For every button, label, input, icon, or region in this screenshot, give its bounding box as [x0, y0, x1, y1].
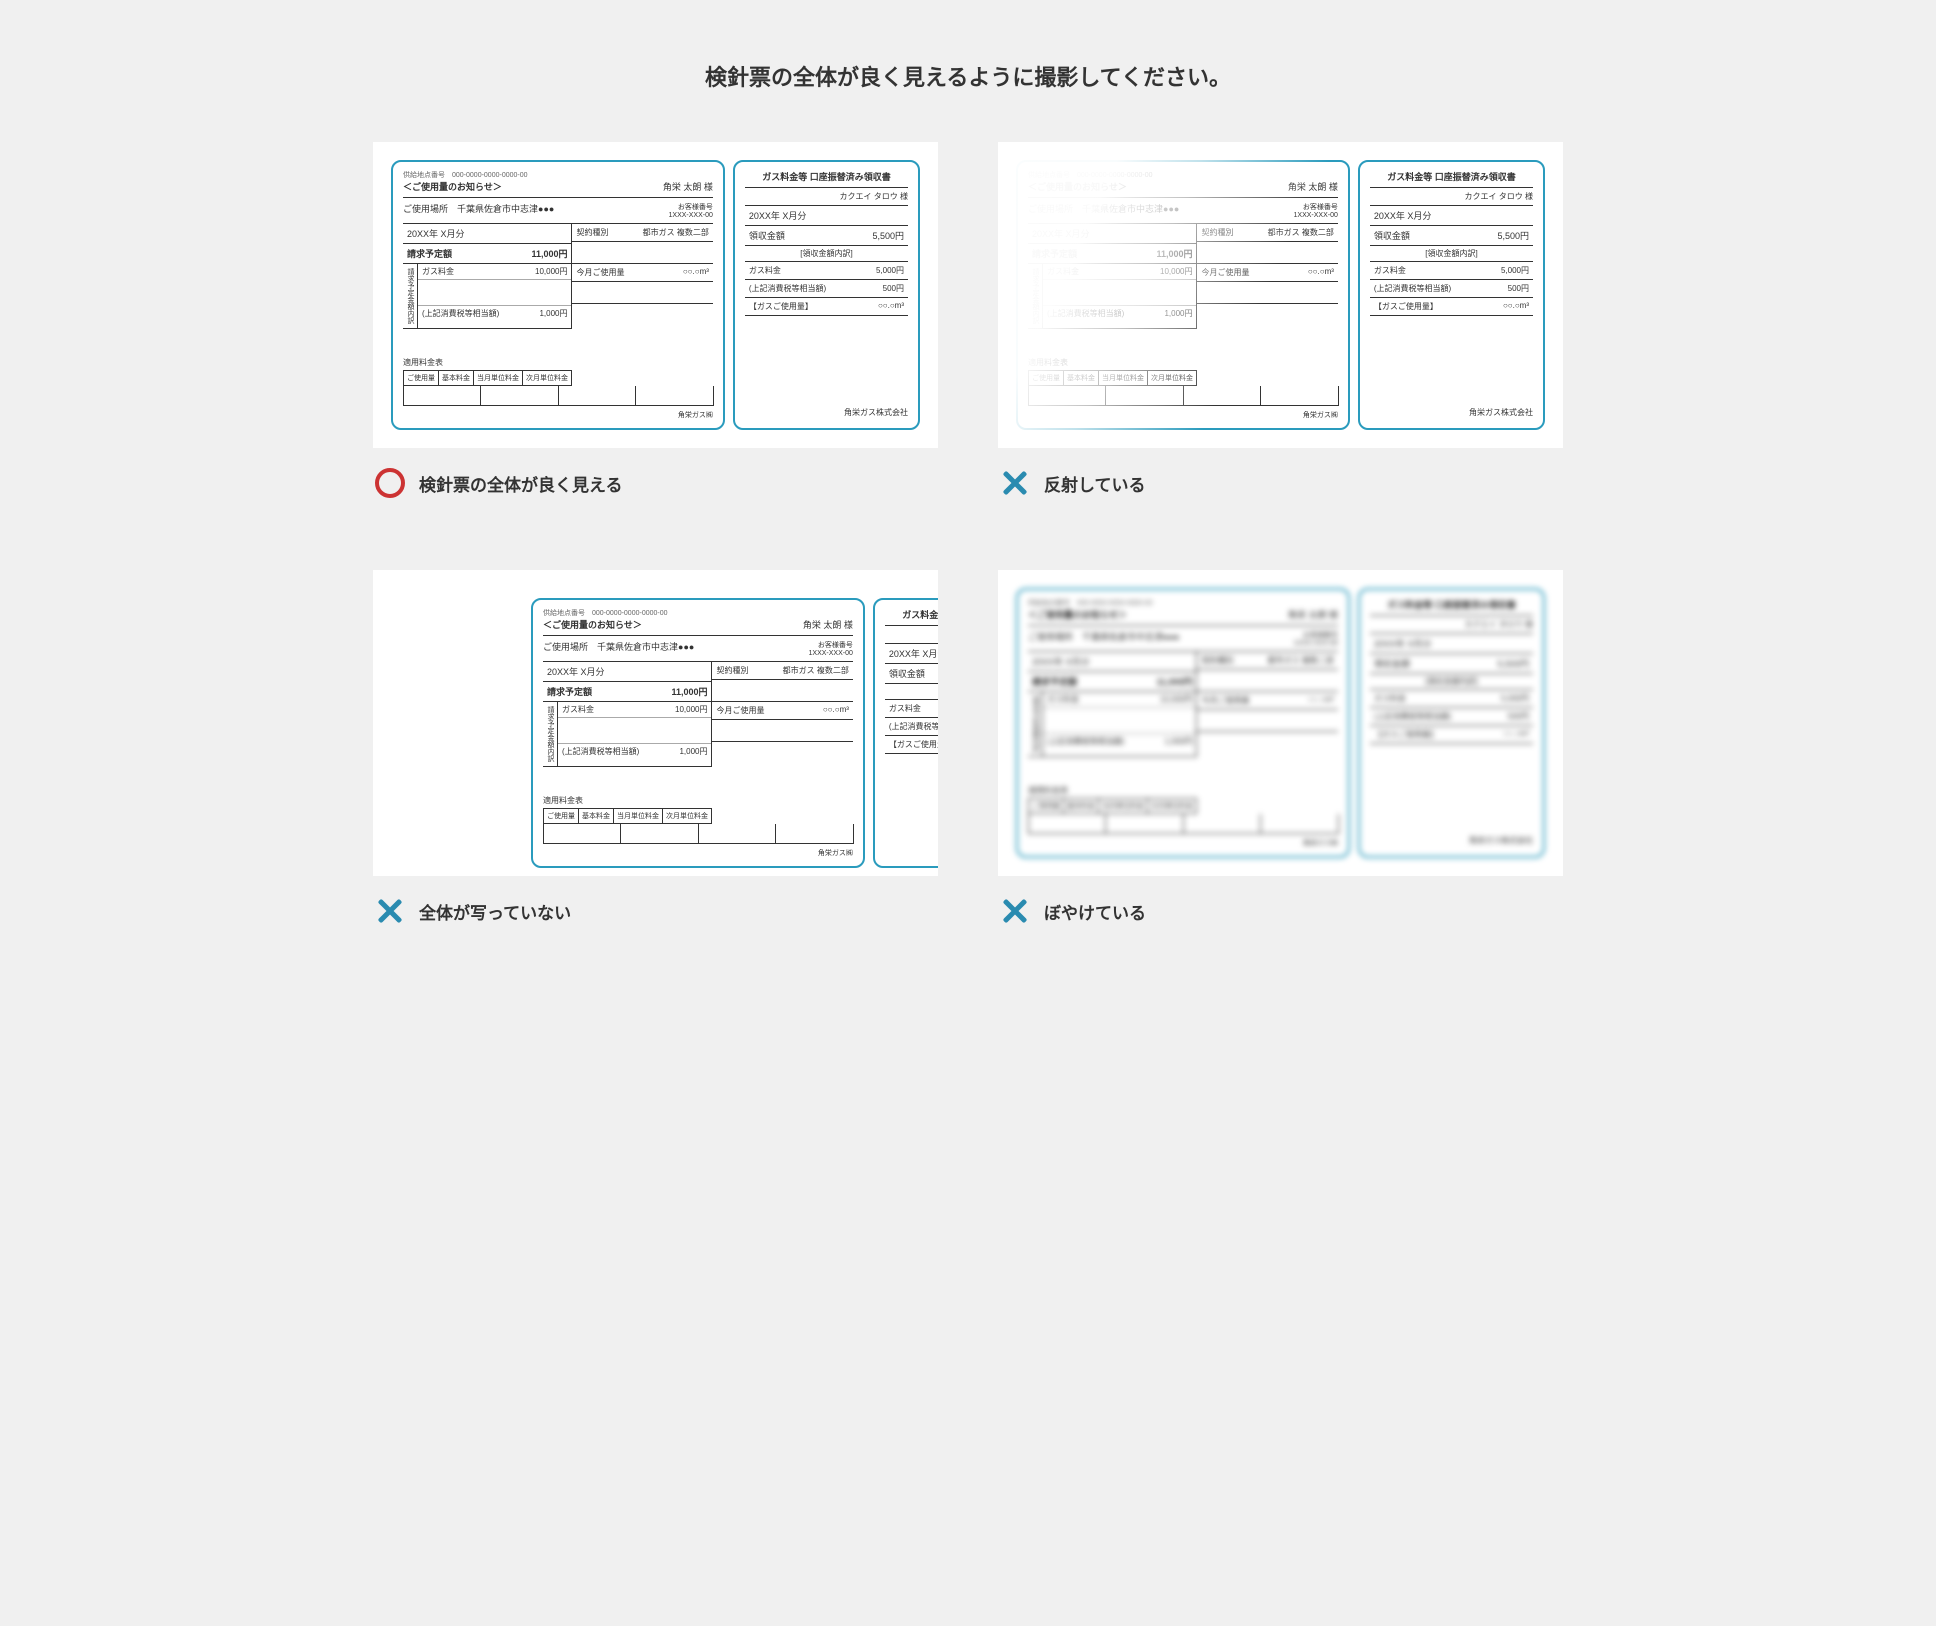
- receipt-slip: ガス料金等 口座振替済み領収書 カクエイ タロウ 様 20XX年 X月分 領収金…: [1358, 588, 1545, 858]
- caption-cropped: 全体が写っていない: [419, 899, 571, 924]
- photo-frame-glare: 供給地点番号 000-0000-0000-0000-00 ＜ご使用量のお知らせ＞…: [998, 142, 1563, 448]
- example-cropped: 供給地点番号 000-0000-0000-0000-00 ＜ご使用量のお知らせ＞…: [373, 570, 938, 928]
- example-good: 供給地点番号 000-0000-0000-0000-00 ＜ご使用量のお知らせ＞…: [373, 142, 938, 500]
- example-blurry: 供給地点番号 000-0000-0000-0000-00 ＜ご使用量のお知らせ＞…: [998, 570, 1563, 928]
- page-title: 検針票の全体が良く見えるように撮影してください。: [373, 60, 1563, 92]
- meter-slip-main: 供給地点番号 000-0000-0000-0000-00 ＜ご使用量のお知らせ＞…: [531, 598, 865, 868]
- receipt-slip: ガス料金等 口座振替済み領収書 カクエイ タロウ 様 20XX年 X月分 領収金…: [873, 598, 938, 868]
- x-icon: [373, 894, 407, 928]
- x-icon: [998, 466, 1032, 500]
- meter-slip-main: 供給地点番号 000-0000-0000-0000-00 ＜ご使用量のお知らせ＞…: [1016, 160, 1350, 430]
- receipt-slip: ガス料金等 口座振替済み領収書 カクエイ タロウ 様 20XX年 X月分 領収金…: [1358, 160, 1545, 430]
- photo-frame-blurry: 供給地点番号 000-0000-0000-0000-00 ＜ご使用量のお知らせ＞…: [998, 570, 1563, 876]
- meter-slip-main: 供給地点番号 000-0000-0000-0000-00 ＜ご使用量のお知らせ＞…: [1016, 588, 1350, 858]
- examples-grid: 供給地点番号 000-0000-0000-0000-00 ＜ご使用量のお知らせ＞…: [373, 142, 1563, 928]
- caption-glare: 反射している: [1044, 471, 1146, 496]
- caption-blurry: ぼやけている: [1044, 899, 1146, 924]
- circle-icon: [373, 466, 407, 500]
- example-glare: 供給地点番号 000-0000-0000-0000-00 ＜ご使用量のお知らせ＞…: [998, 142, 1563, 500]
- meter-slip-main: 供給地点番号 000-0000-0000-0000-00 ＜ご使用量のお知らせ＞…: [391, 160, 725, 430]
- photo-frame-cropped: 供給地点番号 000-0000-0000-0000-00 ＜ご使用量のお知らせ＞…: [373, 570, 938, 876]
- caption-good: 検針票の全体が良く見える: [419, 471, 623, 496]
- x-icon: [998, 894, 1032, 928]
- receipt-slip: ガス料金等 口座振替済み領収書 カクエイ タロウ 様 20XX年 X月分 領収金…: [733, 160, 920, 430]
- photo-frame-good: 供給地点番号 000-0000-0000-0000-00 ＜ご使用量のお知らせ＞…: [373, 142, 938, 448]
